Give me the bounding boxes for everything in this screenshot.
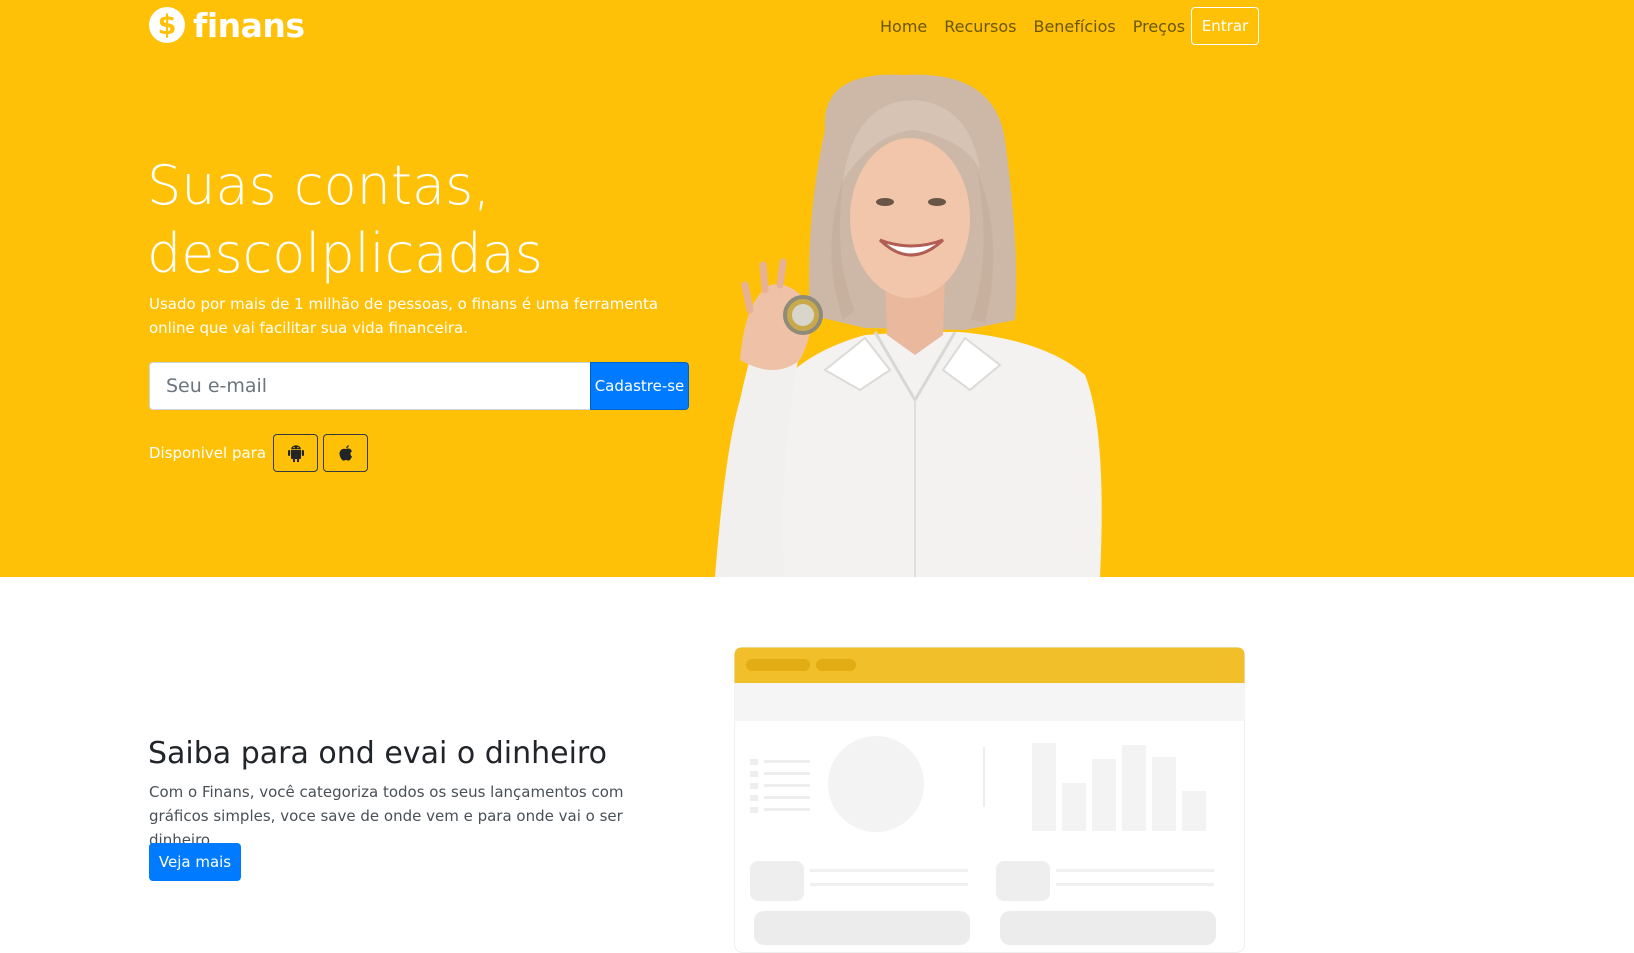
hero-subtitle: Usado por mais de 1 milhão de pessoas, o… xyxy=(149,295,659,337)
android-icon xyxy=(287,445,304,462)
dollar-coin-icon: $ xyxy=(149,7,185,43)
signup-form: Cadastre-se xyxy=(149,362,689,410)
feature-title: Saiba para ond evai o dinheiro xyxy=(148,736,607,771)
login-button[interactable]: Entrar xyxy=(1191,7,1259,45)
signup-button[interactable]: Cadastre-se xyxy=(590,362,689,410)
nav-link-home[interactable]: Home xyxy=(880,15,927,39)
nav-link-precos[interactable]: Preços xyxy=(1133,15,1185,39)
brand-logo[interactable]: $ finans xyxy=(149,7,305,43)
dashboard-mockup-illustration xyxy=(734,647,1245,953)
brand-name: finans xyxy=(193,5,305,45)
android-store-button[interactable] xyxy=(273,434,319,472)
email-input[interactable] xyxy=(149,362,590,410)
hero-title: Suas contas, descolplicadas xyxy=(147,152,687,288)
hero-title-line-2: descolplicadas xyxy=(147,222,543,285)
available-platforms: Disponivel para xyxy=(149,434,369,472)
apple-icon xyxy=(339,445,352,461)
hero-title-line-1: Suas contas, xyxy=(147,154,491,217)
nav-link-recursos[interactable]: Recursos xyxy=(944,15,1016,39)
hero-section: $ finans Home Recursos Benefícios Preços… xyxy=(0,0,1634,577)
woman-holding-coin-image xyxy=(715,74,1102,577)
see-more-button[interactable]: Veja mais xyxy=(149,843,241,881)
feature-description: Com o Finans, você categoriza todos os s… xyxy=(149,783,624,849)
available-label: Disponivel para xyxy=(149,444,267,462)
nav-link-beneficios[interactable]: Benefícios xyxy=(1033,15,1115,39)
apple-store-button[interactable] xyxy=(323,434,369,472)
main-nav: Home Recursos Benefícios Preços xyxy=(880,15,1185,39)
